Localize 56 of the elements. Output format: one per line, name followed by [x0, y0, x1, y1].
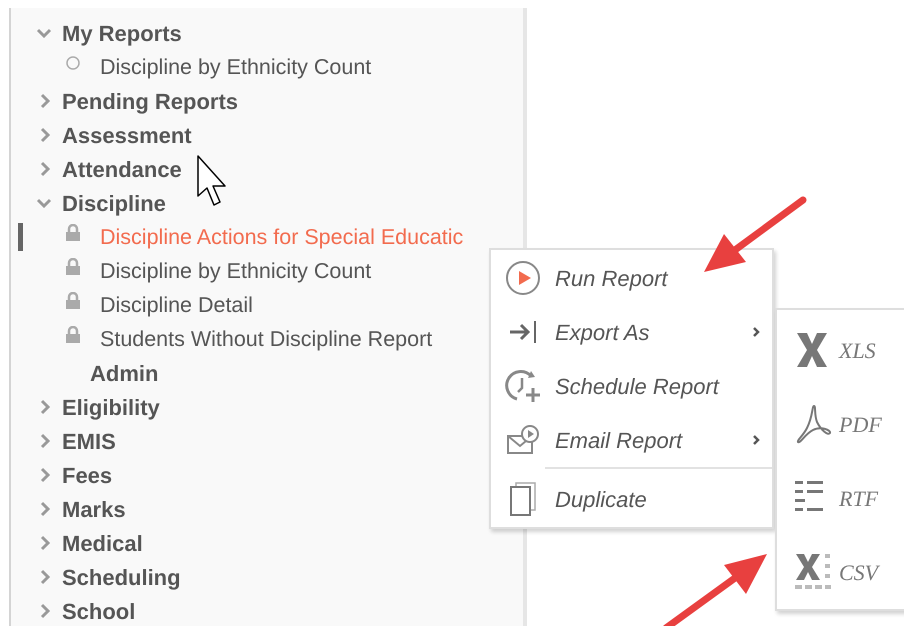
group-label[interactable]: Assessment — [62, 118, 192, 152]
group-label[interactable]: Medical — [62, 526, 143, 560]
group-label[interactable]: EMIS — [62, 424, 116, 458]
csv-x-icon — [795, 553, 833, 591]
report-link[interactable]: Students Without Discipline Report — [100, 322, 432, 356]
pdf-icon — [795, 404, 833, 444]
chevron-right-icon[interactable] — [40, 161, 50, 177]
group-label[interactable]: Eligibility — [62, 390, 160, 424]
mouse-cursor-icon — [196, 154, 228, 208]
group-label[interactable]: Discipline — [62, 186, 166, 220]
report-link[interactable]: Discipline by Ethnicity Count — [100, 254, 372, 288]
chevron-right-icon[interactable] — [40, 603, 50, 619]
menu-item[interactable]: Run Report — [491, 251, 772, 305]
format-label: CSV — [839, 558, 878, 586]
menu-item-label: Export As — [555, 318, 651, 347]
report-link[interactable]: Discipline by Ethnicity Count — [100, 50, 372, 84]
menu-item-label: Email Report — [555, 426, 684, 455]
export-format-item[interactable]: CSV — [777, 535, 904, 609]
chevron-right-icon[interactable] — [40, 569, 50, 585]
group-label[interactable]: Pending Reports — [62, 84, 238, 118]
format-label: PDF — [839, 410, 882, 438]
chevron-right-icon[interactable] — [40, 501, 50, 517]
export-format-item[interactable]: XLS — [777, 313, 904, 387]
format-label: XLS — [839, 336, 876, 364]
chevron-right-icon[interactable] — [40, 433, 50, 449]
menu-item[interactable]: Export As — [491, 305, 772, 359]
chevron-right-icon[interactable] — [40, 399, 50, 415]
copy-icon — [510, 482, 536, 516]
group-label[interactable]: Fees — [62, 458, 112, 492]
export-format-item[interactable]: RTF — [777, 461, 904, 535]
chevron-down-icon[interactable] — [36, 198, 52, 208]
report-link[interactable]: Discipline Detail — [100, 288, 253, 322]
spreadsheet-x-icon — [795, 332, 829, 368]
menu-item[interactable]: Duplicate — [491, 469, 772, 529]
group-label[interactable]: School — [62, 594, 136, 626]
format-label: RTF — [839, 484, 878, 512]
menu-item-label: Run Report — [555, 264, 670, 293]
chevron-down-icon[interactable] — [36, 28, 52, 38]
play-icon — [505, 260, 541, 296]
menu-item-label: Schedule Report — [555, 372, 720, 401]
chevron-right-icon[interactable] — [40, 127, 50, 143]
export-arrow-icon — [508, 319, 538, 345]
subheading: Admin — [90, 360, 158, 388]
group-label[interactable]: Attendance — [62, 152, 182, 186]
clock-plus-icon — [505, 368, 541, 404]
group-label[interactable]: Scheduling — [62, 560, 181, 594]
menu-item[interactable]: Email Report — [491, 413, 772, 467]
menu-item[interactable]: Schedule Report — [491, 359, 772, 413]
chevron-right-icon[interactable] — [40, 93, 50, 109]
group-label[interactable]: Marks — [62, 492, 126, 526]
chevron-right-icon[interactable] — [40, 535, 50, 551]
export-format-item[interactable]: PDF — [777, 387, 904, 461]
email-play-icon — [506, 424, 540, 456]
chevron-right-icon[interactable] — [40, 467, 50, 483]
group-label[interactable]: My Reports — [62, 16, 182, 50]
menu-item-label: Duplicate — [555, 486, 648, 514]
